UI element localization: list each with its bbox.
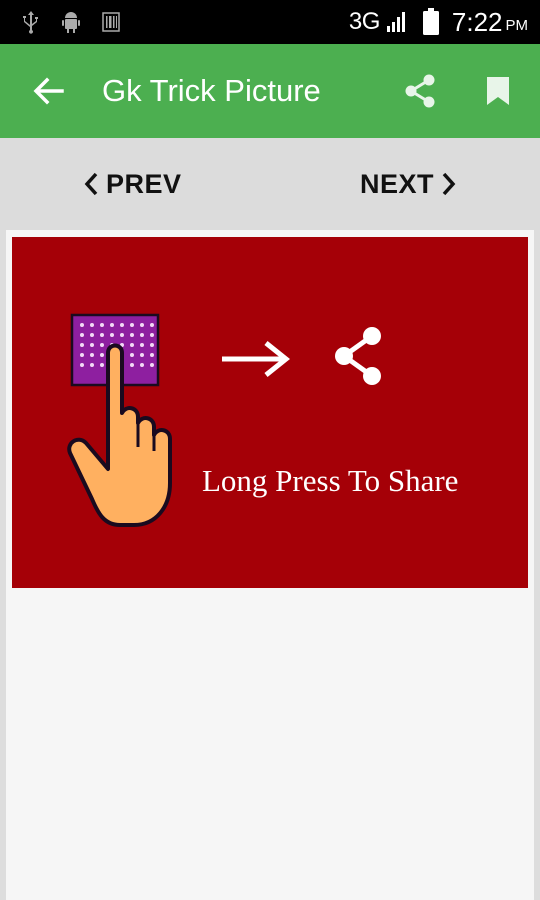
- system-status: 3G 7:22 PM: [349, 7, 528, 38]
- android-debug-icon: [62, 12, 80, 33]
- pagination-bar: PREV NEXT: [0, 138, 540, 230]
- content-card: Long Press To Share: [6, 230, 534, 900]
- prev-button[interactable]: PREV: [82, 169, 182, 200]
- notification-icons: [20, 10, 122, 34]
- clock-time: 7:22: [451, 6, 503, 37]
- network-type: 3G: [348, 8, 381, 35]
- next-label: NEXT: [359, 168, 434, 199]
- page-title: Gk Trick Picture: [102, 73, 321, 108]
- trick-picture[interactable]: Long Press To Share: [12, 237, 528, 588]
- image-caption: Long Press To Share: [202, 463, 459, 498]
- barcode-icon: [102, 12, 120, 32]
- usb-icon: [23, 11, 38, 34]
- chevron-right-icon: [442, 172, 456, 196]
- clock-ampm: PM: [505, 16, 529, 34]
- share-icon: [335, 327, 381, 385]
- app-bar: Gk Trick Picture: [0, 44, 540, 138]
- keypad-hand-icon: [67, 313, 172, 527]
- share-icon: [405, 74, 435, 108]
- status-bar: 3G 7:22 PM: [0, 0, 540, 44]
- back-button[interactable]: [18, 61, 78, 121]
- signal-icon: [386, 12, 405, 32]
- bookmark-button[interactable]: [470, 61, 526, 121]
- arrow-left-icon: [33, 77, 64, 105]
- arrow-right-icon: [222, 341, 291, 377]
- chevron-left-icon: [84, 172, 98, 196]
- share-button[interactable]: [392, 61, 448, 121]
- bookmark-icon: [487, 77, 509, 105]
- prev-label: PREV: [106, 168, 182, 199]
- battery-icon: [422, 8, 439, 35]
- next-button[interactable]: NEXT: [360, 169, 458, 200]
